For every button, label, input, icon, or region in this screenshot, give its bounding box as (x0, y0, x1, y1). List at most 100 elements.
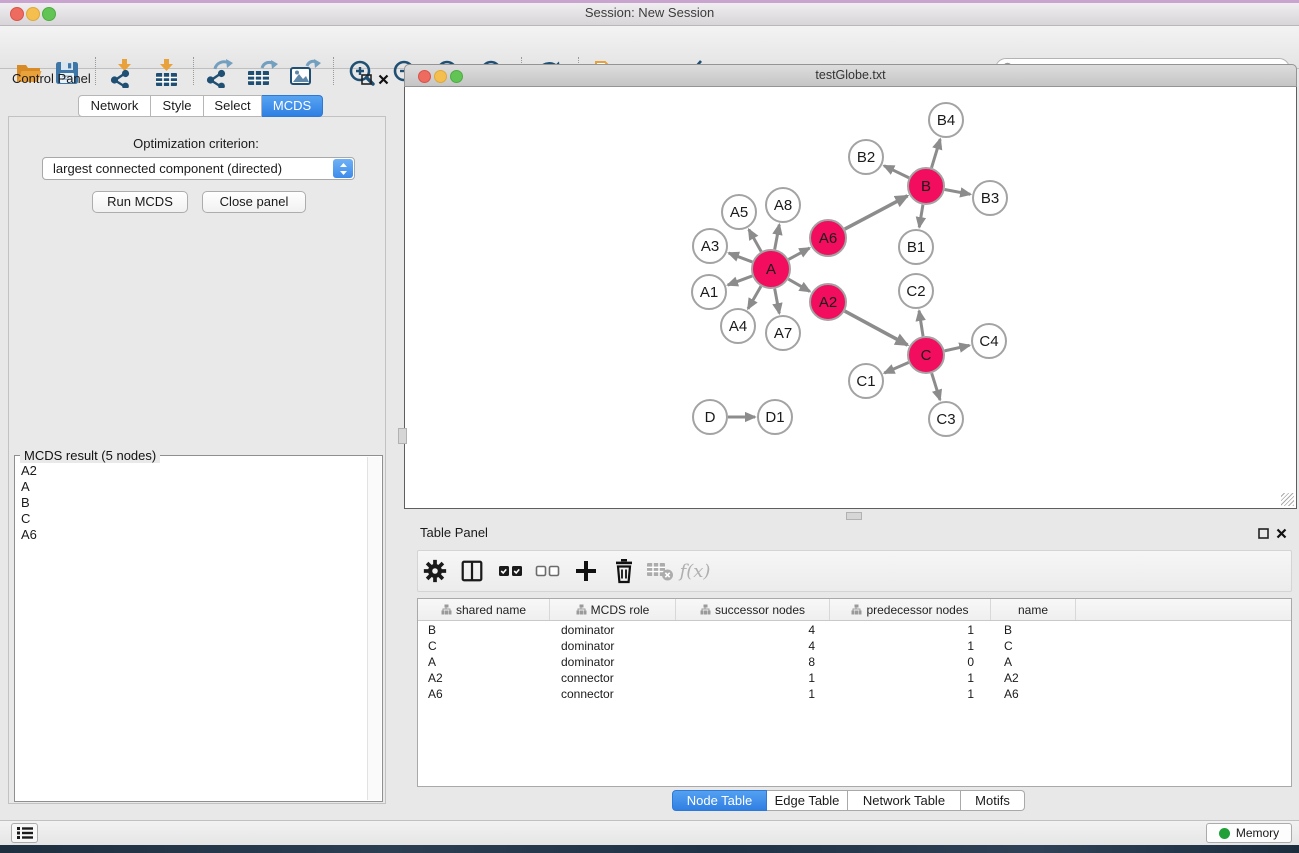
maximize-window-button[interactable] (42, 7, 56, 21)
network-graph[interactable]: B4B2BB3A5A8A6A3AB1A1A2C2A4A7C4CC1DD1C3 (405, 87, 1296, 507)
split-divider-handle[interactable] (398, 428, 407, 444)
table-panel-float-icon[interactable] (1258, 526, 1269, 544)
export-table-icon[interactable] (244, 55, 280, 91)
table-cell[interactable]: 4 (676, 638, 830, 654)
column-header-predecessor-nodes[interactable]: predecessor nodes (830, 599, 991, 620)
tab-network-table[interactable]: Network Table (848, 790, 961, 811)
close-window-button[interactable] (10, 7, 24, 21)
table-cell[interactable]: connector (550, 670, 676, 686)
control-panel-float-icon[interactable] (361, 72, 372, 90)
graph-edge-A-A3[interactable] (729, 253, 753, 262)
memory-button[interactable]: Memory (1206, 823, 1292, 843)
mcds-result-list[interactable]: A2ABCA6 (16, 458, 367, 800)
split-divider-handle[interactable] (846, 512, 862, 520)
table-cell[interactable]: B (418, 622, 550, 638)
table-cell[interactable]: 1 (830, 638, 991, 654)
mcds-result-item[interactable]: C (21, 511, 367, 527)
table-cell[interactable]: A2 (991, 670, 1076, 686)
table-cell[interactable]: A6 (418, 686, 550, 702)
mcds-result-item[interactable]: B (21, 495, 367, 511)
network-window-titlebar[interactable]: testGlobe.txt (404, 64, 1297, 87)
close-panel-button[interactable]: Close panel (202, 191, 306, 213)
graph-edge-C-C3[interactable] (932, 373, 940, 400)
task-history-button[interactable] (11, 823, 38, 843)
graph-edge-A-A5[interactable] (749, 229, 761, 251)
import-network-icon[interactable] (104, 55, 140, 91)
table-cell[interactable]: connector (550, 686, 676, 702)
table-cell[interactable]: 1 (830, 686, 991, 702)
table-row[interactable]: A2connector11A2 (418, 670, 1291, 686)
delete-column-icon[interactable] (607, 554, 641, 588)
table-cell[interactable]: A (418, 654, 550, 670)
tab-edge-table[interactable]: Edge Table (767, 790, 848, 811)
function-builder-icon[interactable]: f(x) (678, 554, 712, 588)
table-cell[interactable]: dominator (550, 638, 676, 654)
graph-edge-A2-C[interactable] (845, 311, 908, 345)
export-network-icon[interactable] (201, 55, 237, 91)
graph-edge-B-B1[interactable] (919, 205, 923, 228)
graph-edge-B-B3[interactable] (945, 190, 971, 195)
table-cell[interactable]: B (991, 622, 1076, 638)
columns-icon[interactable] (455, 554, 489, 588)
graph-edge-A-A4[interactable] (748, 286, 761, 308)
table-cell[interactable]: dominator (550, 622, 676, 638)
gear-icon[interactable] (418, 554, 452, 588)
graph-edge-A-A7[interactable] (775, 289, 780, 314)
graph-edge-A6-B[interactable] (845, 196, 908, 229)
graph-edge-A-A6[interactable] (789, 248, 810, 259)
graph-edge-B-B4[interactable] (932, 139, 941, 168)
table-cell[interactable]: 1 (676, 686, 830, 702)
tab-style[interactable]: Style (151, 95, 204, 117)
graph-edge-C-C4[interactable] (945, 345, 970, 351)
table-cell[interactable]: C (418, 638, 550, 654)
optimization-criterion-select[interactable]: largest connected component (directed) (42, 157, 355, 180)
export-image-icon[interactable] (287, 55, 323, 91)
column-header-shared-name[interactable]: shared name (418, 599, 550, 620)
graph-edge-C-C1[interactable] (884, 363, 908, 373)
import-table-icon[interactable] (149, 55, 185, 91)
column-header-name[interactable]: name (991, 599, 1076, 620)
table-cell[interactable]: 1 (676, 670, 830, 686)
network-canvas[interactable]: B4B2BB3A5A8A6A3AB1A1A2C2A4A7C4CC1DD1C3 (404, 87, 1297, 509)
table-cell[interactable]: dominator (550, 654, 676, 670)
table-cell[interactable]: 4 (676, 622, 830, 638)
table-row[interactable]: Cdominator41C (418, 638, 1291, 654)
window-resize-grip[interactable] (1281, 493, 1294, 506)
table-cell[interactable]: A6 (991, 686, 1076, 702)
minimize-window-button[interactable] (26, 7, 40, 21)
mcds-result-item[interactable]: A2 (21, 463, 367, 479)
network-close-button[interactable] (418, 70, 431, 83)
column-header-mcds-role[interactable]: MCDS role (550, 599, 676, 620)
table-cell[interactable]: A (991, 654, 1076, 670)
column-header-successor-nodes[interactable]: successor nodes (676, 599, 830, 620)
mcds-result-item[interactable]: A (21, 479, 367, 495)
graph-edge-A-A1[interactable] (728, 276, 752, 285)
table-cell[interactable]: 8 (676, 654, 830, 670)
table-cell[interactable]: 1 (830, 670, 991, 686)
mcds-result-scrollbar[interactable] (367, 457, 381, 800)
mcds-result-item[interactable]: A6 (21, 527, 367, 543)
tab-select[interactable]: Select (204, 95, 262, 117)
tab-node-table[interactable]: Node Table (672, 790, 767, 811)
table-row[interactable]: A6connector11A6 (418, 686, 1291, 702)
select-all-icon[interactable] (494, 554, 528, 588)
run-mcds-button[interactable]: Run MCDS (92, 191, 188, 213)
deselect-all-icon[interactable] (530, 554, 564, 588)
graph-edge-C-C2[interactable] (919, 311, 923, 336)
table-cell[interactable]: C (991, 638, 1076, 654)
network-minimize-button[interactable] (434, 70, 447, 83)
table-row[interactable]: Adominator80A (418, 654, 1291, 670)
add-column-icon[interactable] (569, 554, 603, 588)
graph-edge-B-B2[interactable] (884, 166, 909, 178)
table-cell[interactable]: 1 (830, 622, 991, 638)
graph-edge-A-A2[interactable] (788, 279, 810, 291)
network-maximize-button[interactable] (450, 70, 463, 83)
tab-mcds[interactable]: MCDS (262, 95, 323, 117)
delete-table-icon[interactable] (643, 554, 677, 588)
tab-motifs[interactable]: Motifs (961, 790, 1025, 811)
table-cell[interactable]: 0 (830, 654, 991, 670)
tab-network[interactable]: Network (78, 95, 151, 117)
control-panel-close-icon[interactable] (378, 72, 389, 90)
graph-edge-A-A8[interactable] (775, 225, 780, 250)
table-panel-close-icon[interactable] (1276, 526, 1287, 544)
